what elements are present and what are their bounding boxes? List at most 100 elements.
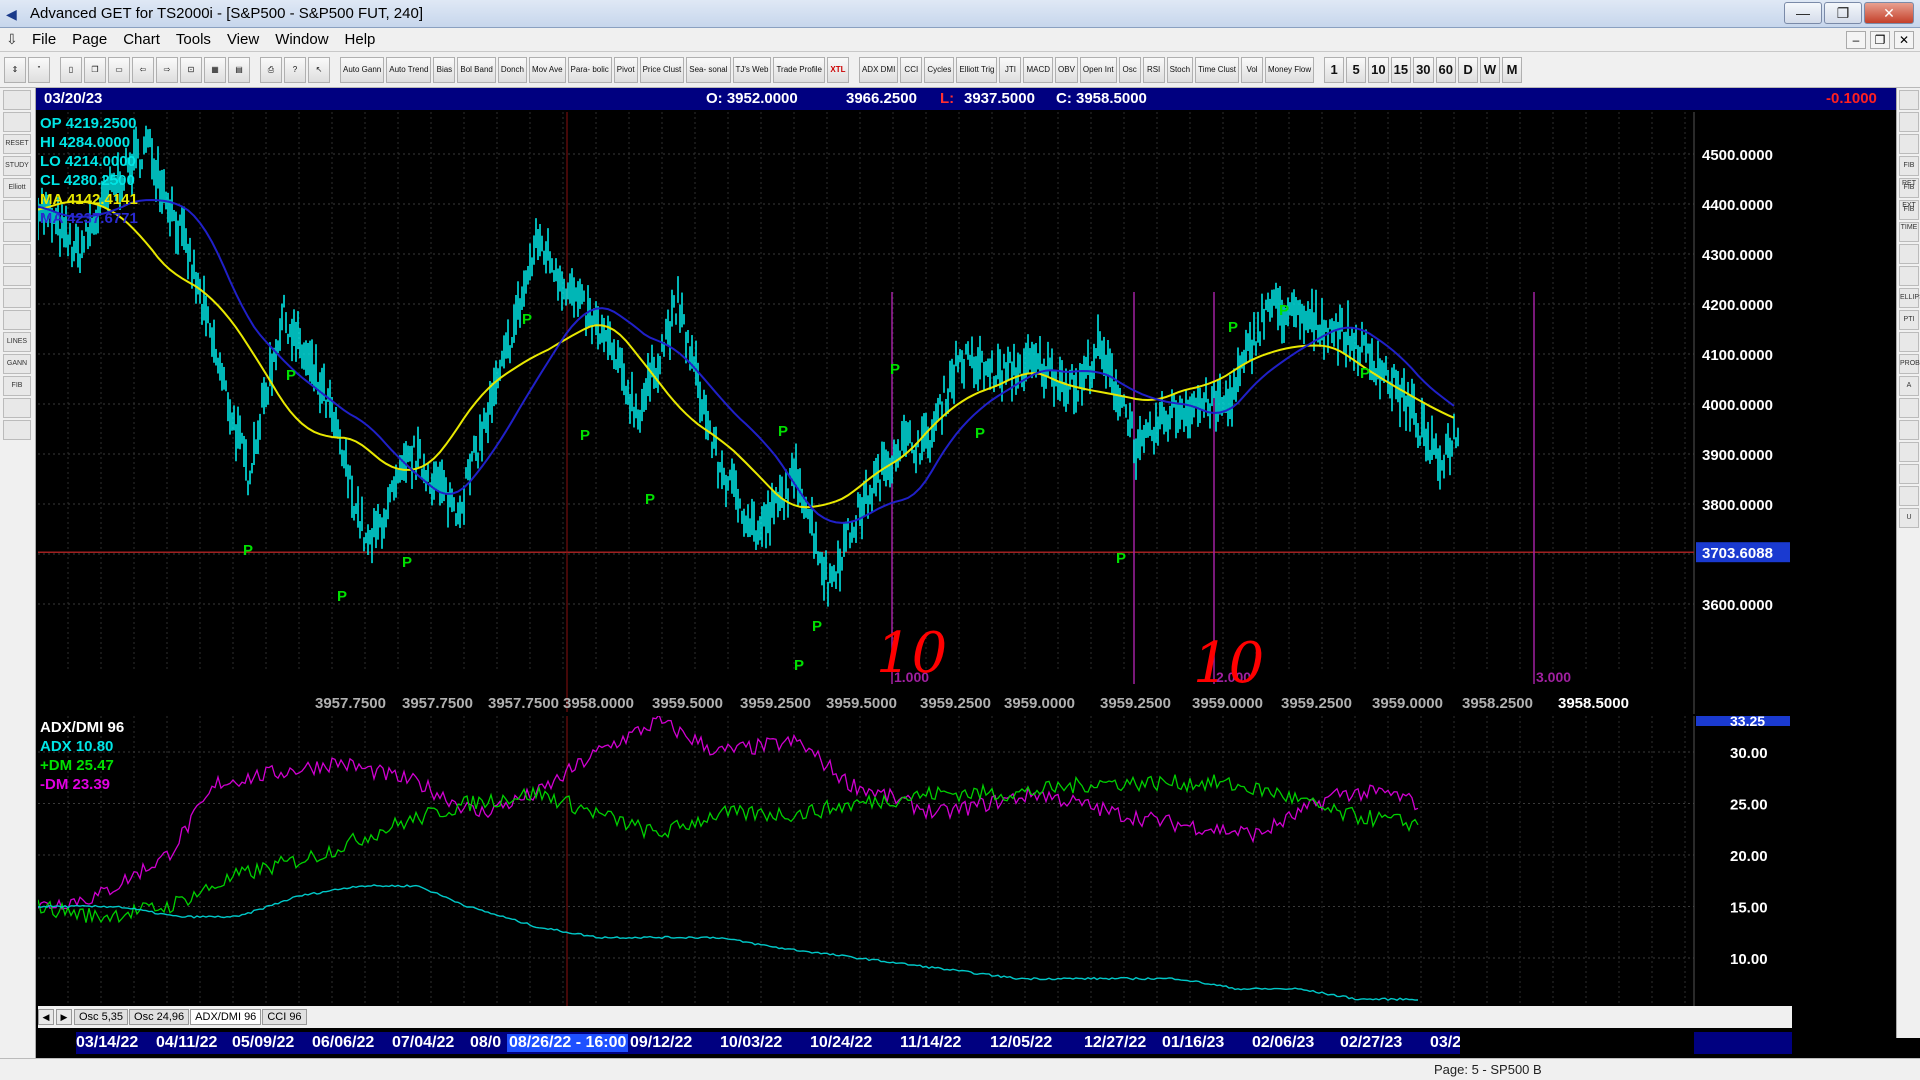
book-icon[interactable]: [1899, 486, 1919, 506]
mov-ave-button[interactable]: Mov Ave: [528, 56, 566, 83]
stoch-button[interactable]: Stoch: [1166, 56, 1194, 83]
study-button[interactable]: STUDY: [3, 156, 31, 176]
bars-icon[interactable]: [3, 288, 31, 308]
menu-help[interactable]: Help: [337, 31, 384, 48]
timeframe-w-button[interactable]: W: [1480, 56, 1501, 83]
timeframe-10-button[interactable]: 10: [1368, 56, 1389, 83]
fan-icon[interactable]: [1899, 244, 1919, 264]
cci-button[interactable]: CCI: [900, 56, 923, 83]
open-icon[interactable]: ▭: [108, 56, 130, 83]
magnifier-icon[interactable]: [1899, 398, 1919, 418]
oscillator-panel[interactable]: 33.25 30.00 25.00 20.00 15.00 10.00 ADX/DMI 9…: [38, 716, 1792, 1006]
tab-osc-5-35[interactable]: Osc 5,35: [74, 1009, 129, 1025]
maximize-button[interactable]: ❐: [1824, 2, 1862, 24]
price-clust-button[interactable]: Price Clust: [639, 56, 685, 83]
pointer-help-icon[interactable]: ↖: [308, 56, 330, 83]
menu-file[interactable]: File: [24, 31, 64, 48]
time-clust-button[interactable]: Time Clust: [1195, 56, 1240, 83]
open-int-button[interactable]: Open Int: [1079, 56, 1117, 83]
timeframe-m-button[interactable]: M: [1502, 56, 1523, 83]
elliott-trig-button[interactable]: Elliott Trig: [956, 56, 998, 83]
back-icon[interactable]: ⇦: [132, 56, 154, 83]
ellipse-button[interactable]: ELLIPS: [1899, 288, 1920, 308]
bias-button[interactable]: Bias: [433, 56, 456, 83]
timeframe-30-button[interactable]: 30: [1413, 56, 1434, 83]
minimize-button[interactable]: —: [1784, 2, 1822, 24]
elliott-wave-icon[interactable]: [3, 112, 31, 132]
quote-icon[interactable]: ”: [28, 56, 50, 83]
arrow-up-icon[interactable]: [3, 200, 31, 220]
pencil-icon[interactable]: [1899, 112, 1919, 132]
cycles-button[interactable]: Cycles: [924, 56, 955, 83]
help-icon[interactable]: ?: [284, 56, 306, 83]
prob-button[interactable]: PROB: [1899, 354, 1920, 374]
menu-tools[interactable]: Tools: [168, 31, 219, 48]
macd-button[interactable]: MACD: [1023, 56, 1054, 83]
auto-trend-button[interactable]: Auto Trend: [386, 56, 432, 83]
tab-next-arrow[interactable]: ▶: [56, 1009, 72, 1025]
folder-icon[interactable]: [3, 90, 31, 110]
bol-band-button[interactable]: Bol Band: [457, 56, 496, 83]
cross-icon[interactable]: [1899, 90, 1919, 110]
channel-icon[interactable]: [1899, 332, 1919, 352]
seasonal-button[interactable]: Sea- sonal: [686, 56, 731, 83]
menu-window[interactable]: Window: [267, 31, 336, 48]
print-icon[interactable]: ⎙: [260, 56, 282, 83]
adx-dmi-button[interactable]: ADX DMI: [858, 56, 899, 83]
grid-icon[interactable]: ▦: [204, 56, 226, 83]
xtl-button[interactable]: XTL: [826, 56, 849, 83]
grid-icon[interactable]: [3, 310, 31, 330]
rsi-button[interactable]: RSI: [1142, 56, 1165, 83]
vol-button[interactable]: Vol: [1241, 56, 1264, 83]
trade-profile-button[interactable]: Trade Profile: [773, 56, 825, 83]
layout-icon[interactable]: ▤: [228, 56, 250, 83]
mdi-restore-button[interactable]: ❐: [1870, 31, 1890, 49]
lines-button[interactable]: LINES: [3, 332, 31, 352]
money-flow-button[interactable]: Money Flow: [1265, 56, 1315, 83]
parabolic-button[interactable]: Para- bolic: [567, 56, 612, 83]
close-button[interactable]: ✕: [1864, 2, 1914, 24]
marker-icon[interactable]: [1899, 420, 1919, 440]
zoom-icon[interactable]: ⊡: [180, 56, 202, 83]
list-icon[interactable]: [1899, 442, 1919, 462]
reset-button[interactable]: RESET: [3, 134, 31, 154]
timeframe-d-button[interactable]: D: [1458, 56, 1479, 83]
crosshair-icon[interactable]: [3, 398, 31, 418]
timeframe-60-button[interactable]: 60: [1435, 56, 1457, 83]
timeframe-15-button[interactable]: 15: [1390, 56, 1412, 83]
arrow-right-icon[interactable]: [3, 266, 31, 286]
camera-icon[interactable]: [3, 420, 31, 440]
copy-icon[interactable]: ❐: [84, 56, 106, 83]
obv-button[interactable]: OBV: [1055, 56, 1078, 83]
timeframe-5-button[interactable]: 5: [1346, 56, 1367, 83]
mdi-close-button[interactable]: ✕: [1894, 31, 1914, 49]
text-tool-button[interactable]: A: [1899, 376, 1919, 396]
timeframe-1-button[interactable]: 1: [1324, 56, 1345, 83]
auto-gann-button[interactable]: Auto Gann: [340, 56, 385, 83]
fib-ret-button[interactable]: FIB RET: [1899, 156, 1919, 187]
elliott-button[interactable]: Elliott: [3, 178, 31, 198]
table-icon[interactable]: [1899, 464, 1919, 484]
line-icon[interactable]: [1899, 134, 1919, 154]
menu-view[interactable]: View: [219, 31, 267, 48]
arrow-down-icon[interactable]: [3, 222, 31, 242]
menu-chart[interactable]: Chart: [115, 31, 168, 48]
new-icon[interactable]: ▯: [60, 56, 82, 83]
donch-button[interactable]: Donch: [497, 56, 527, 83]
menu-page[interactable]: Page: [64, 31, 115, 48]
jti-button[interactable]: JTI: [999, 56, 1022, 83]
tab-osc-24-96[interactable]: Osc 24,96: [129, 1009, 190, 1025]
price-chart-panel[interactable]: 4600.0000 4500.0000 4400.0000 4300.0000 4200…: [38, 112, 1792, 714]
fib-button[interactable]: FIB: [3, 376, 31, 396]
osc-button[interactable]: Osc: [1118, 56, 1141, 83]
forward-icon[interactable]: ⇨: [156, 56, 178, 83]
tab-prev-arrow[interactable]: ◀: [38, 1009, 54, 1025]
pivot-button[interactable]: Pivot: [613, 56, 638, 83]
arrow-left-icon[interactable]: [3, 244, 31, 264]
box-icon[interactable]: [1899, 266, 1919, 286]
tj-web-button[interactable]: TJ's Web: [732, 56, 772, 83]
pti-button[interactable]: PTI: [1899, 310, 1919, 330]
gann-button[interactable]: GANN: [3, 354, 31, 374]
arrow-tool-icon[interactable]: ⇕: [4, 56, 26, 83]
tab-cci-96[interactable]: CCI 96: [262, 1009, 307, 1025]
